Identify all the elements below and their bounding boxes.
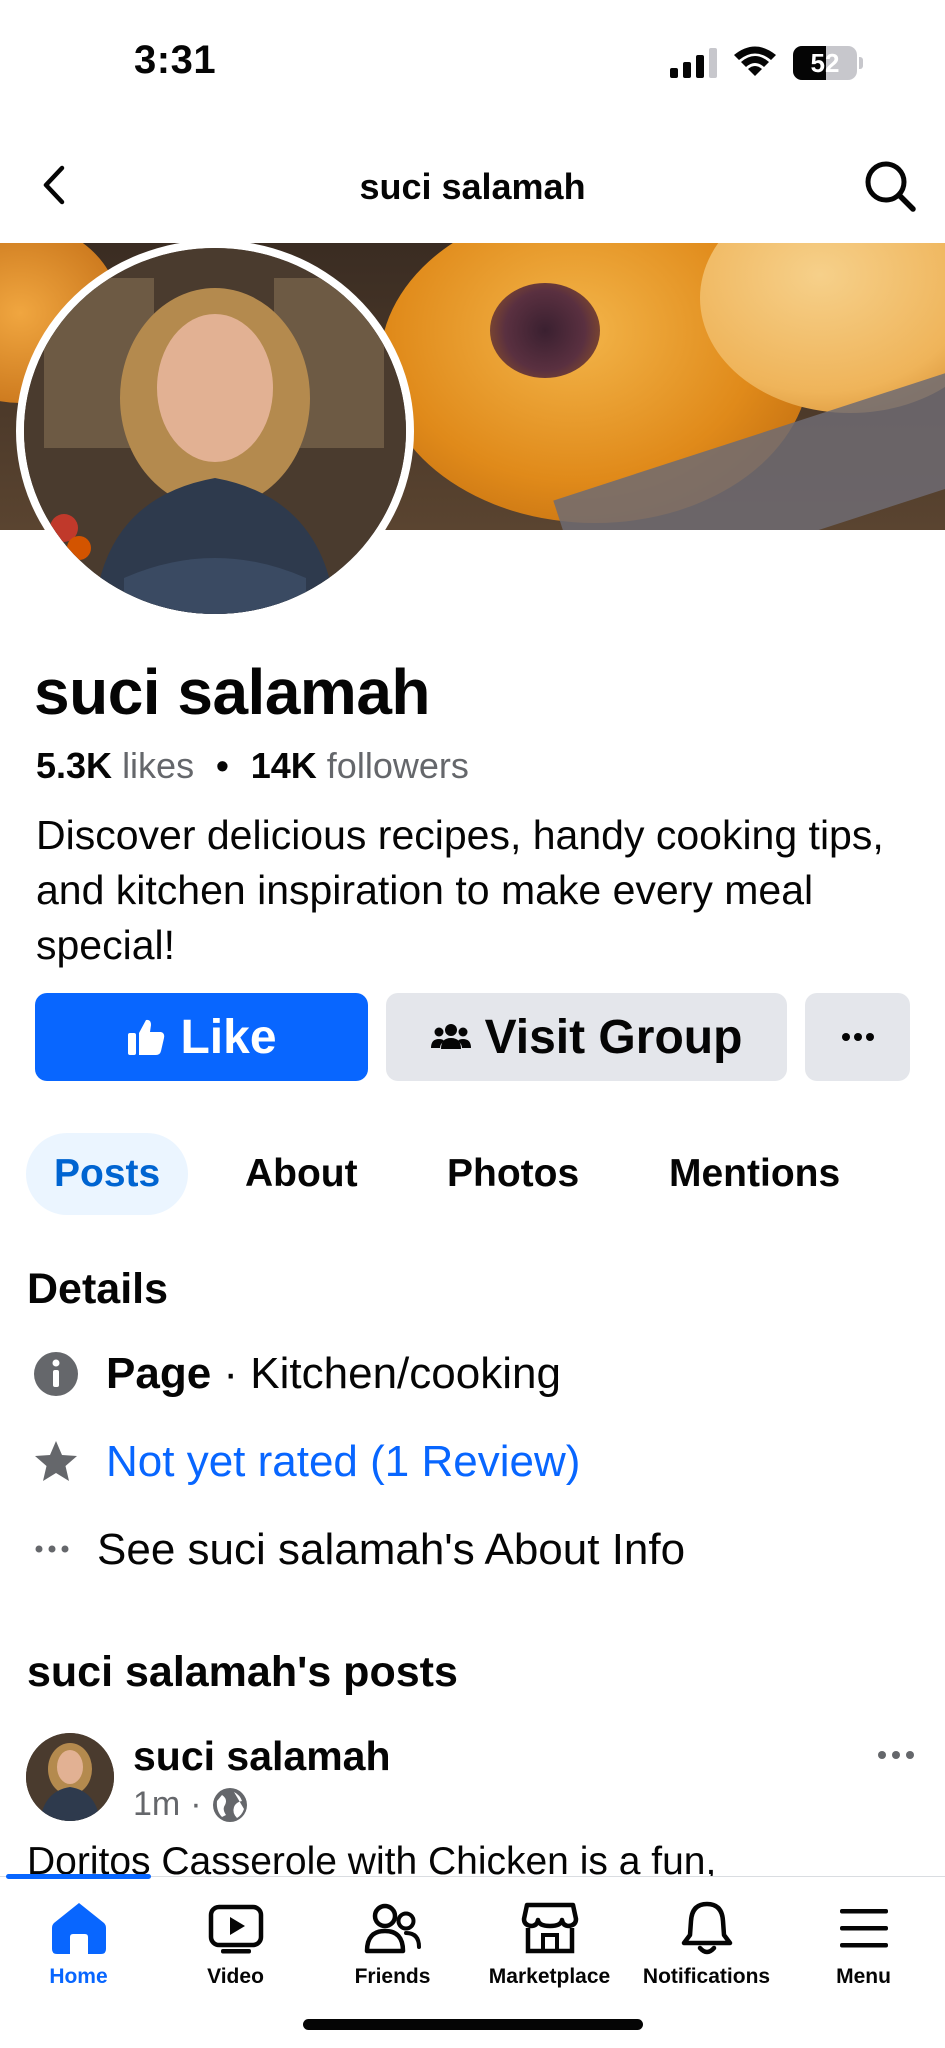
tab-photos[interactable]: Photos [447,1133,579,1215]
home-indicator [303,2019,643,2030]
tabbar-notifications[interactable]: Notifications [628,1877,785,2007]
detail-about-info[interactable]: See suci salamah's About Info [0,1521,945,1581]
more-dots-icon [35,1545,69,1553]
detail-page-category: Page · Kitchen/cooking [0,1345,945,1405]
post-meta: 1m · [133,1785,248,1824]
tabbar-marketplace-label: Marketplace [488,1965,611,1988]
tabbar-menu[interactable]: Menu [785,1877,942,2007]
about-info-link[interactable]: See suci salamah's About Info [97,1525,685,1575]
likes-count[interactable]: 5.3K [36,745,112,786]
post-author-name[interactable]: suci salamah [133,1733,391,1780]
friends-icon [364,1903,421,1954]
bell-icon [681,1901,732,1955]
post-time[interactable]: 1m [133,1785,180,1824]
globe-icon [212,1787,247,1822]
rating-link[interactable]: Not yet rated (1 Review) [106,1437,580,1487]
tabbar-notifications-label: Notifications [642,1965,771,1988]
details-heading: Details [27,1265,169,1313]
home-icon [51,1903,106,1954]
tab-about[interactable]: About [245,1133,358,1215]
status-time: 3:31 [134,38,217,82]
more-dots-icon [841,1033,874,1041]
profile-stats: 5.3K likes • 14K followers [36,745,469,787]
stats-separator: • [216,745,229,786]
status-bar: 3:31 52 [0,0,945,120]
group-icon [430,1024,471,1049]
tabbar-home-label: Home [49,1965,108,1988]
cellular-signal-icon [670,48,717,78]
like-button[interactable]: Like [35,993,368,1081]
tabbar-menu-label: Menu [836,1965,891,1988]
profile-tabs: Posts About Photos Mentions [0,1133,945,1215]
visit-group-label: Visit Group [484,1010,743,1064]
like-button-label: Like [180,1010,277,1064]
post-meta-separator: · [190,1785,202,1823]
wifi-icon [734,46,776,76]
nav-header: suci salamah [0,130,945,240]
tabbar-friends[interactable]: Friends [314,1877,471,2007]
profile-avatar[interactable] [16,240,414,622]
page-label: Page [106,1349,212,1398]
more-options-button[interactable] [805,993,910,1081]
visit-group-button[interactable]: Visit Group [386,993,787,1081]
star-icon [35,1441,77,1481]
tabbar-marketplace[interactable]: Marketplace [471,1877,628,2007]
followers-label[interactable]: followers [327,745,469,786]
tab-posts[interactable]: Posts [26,1133,189,1215]
thumbs-up-icon [128,1019,165,1055]
marketplace-icon [521,1902,578,1954]
search-icon[interactable] [862,158,918,214]
battery-icon: 52 [793,46,863,80]
tabbar-friends-label: Friends [354,1965,431,1988]
post-text[interactable]: Doritos Casserole with Chicken is a fun, [27,1840,927,1878]
page-title: suci salamah [359,166,586,207]
tab-mentions[interactable]: Mentions [669,1133,840,1215]
page-category: Kitchen/cooking [250,1349,561,1398]
video-icon [208,1904,263,1954]
detail-rating: Not yet rated (1 Review) [0,1433,945,1493]
tabbar-video-label: Video [207,1965,264,1988]
profile-bio: Discover delicious recipes, handy cookin… [36,812,884,968]
post-author-avatar[interactable] [26,1733,114,1821]
page-separator: · [211,1349,251,1398]
tabbar-home[interactable]: Home [0,1877,157,2007]
tabbar-video[interactable]: Video [157,1877,314,2007]
posts-heading: suci salamah's posts [27,1648,458,1696]
battery-level: 52 [810,48,840,78]
likes-label[interactable]: likes [122,745,194,786]
info-icon [34,1352,78,1396]
profile-name: suci salamah [34,656,431,728]
followers-count[interactable]: 14K [251,745,317,786]
menu-icon [839,1909,888,1948]
post-more-icon[interactable] [876,1740,916,1770]
